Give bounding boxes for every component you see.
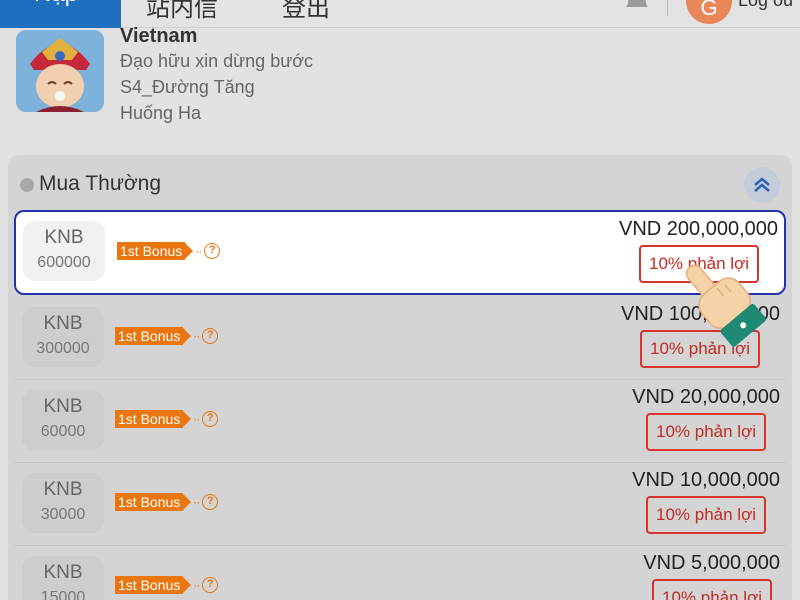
game-title: Vietnam [120,25,198,47]
first-bonus-tag: 1st Bonus ·· ? [115,410,219,428]
bonus-arrow-icon [182,576,192,594]
bonus-label: 1st Bonus [115,327,184,345]
first-bonus-tag: 1st Bonus ·· ? [115,493,219,511]
server-name: S4_Đường Tăng [120,77,255,97]
game-icon [16,30,104,112]
knb-badge: KNB 60000 [22,390,104,450]
bonus-label: 1st Bonus [115,576,184,594]
knb-amount: 60000 [40,423,86,440]
bonus-arrow-icon [182,327,192,345]
knb-unit: KNB [43,396,83,417]
bell-icon[interactable] [624,0,650,12]
pointing-hand-icon [685,264,766,347]
bonus-arrow-icon [182,410,192,428]
bonus-dots-icon: ·· [193,329,200,343]
bonus-arrow-icon [184,242,194,260]
first-bonus-tag: 1st Bonus ·· ? [115,327,219,345]
knb-unit: KNB [43,562,83,583]
knb-amount: 15000 [40,589,86,600]
knb-unit: KNB [44,227,84,248]
character-name: Huống Ha [120,103,202,123]
tab-logout-cn[interactable]: 登出 [282,0,330,23]
knb-amount: 600000 [37,254,91,271]
knb-unit: KNB [43,313,83,334]
package-price: VND 10,000,000 [632,469,780,491]
help-icon[interactable]: ? [202,494,219,510]
nav-divider [667,0,668,16]
bonus-dots-icon: ·· [195,244,202,258]
package-row[interactable]: KNB 15000 1st Bonus ·· ? VND 5,000,000 1… [14,546,786,600]
bonus-label: 1st Bonus [117,242,186,260]
bonus-dots-icon: ·· [193,412,200,426]
bonus-label: 1st Bonus [115,493,184,511]
knb-badge: KNB 15000 [22,556,104,600]
first-bonus-tag: 1st Bonus ·· ? [117,242,221,260]
section-bullet [20,178,34,192]
knb-badge: KNB 600000 [23,221,105,281]
collapse-button[interactable] [744,167,780,203]
help-icon[interactable]: ? [204,243,221,259]
rebate-badge: 10% phản lợi [646,413,766,451]
package-price: VND 200,000,000 [618,218,778,240]
bonus-label: 1st Bonus [115,410,184,428]
package-price: VND 20,000,000 [632,386,780,408]
help-icon[interactable]: ? [202,577,219,593]
double-chevron-up-icon [754,177,770,192]
package-row[interactable]: KNB 300000 1st Bonus ·· ? VND 100,000,00… [14,297,786,380]
package-row[interactable]: KNB 30000 1st Bonus ·· ? VND 10,000,000 … [14,463,786,546]
bonus-dots-icon: ·· [193,578,200,592]
bonus-arrow-icon [182,493,192,511]
first-bonus-tag: 1st Bonus ·· ? [115,576,219,594]
game-info: Vietnam Đạo hữu xin dừng bước S4_Đường T… [120,24,313,126]
help-icon[interactable]: ? [202,328,219,344]
package-row[interactable]: KNB 600000 1st Bonus ·· ? VND 200,000,00… [14,210,786,295]
package-price: VND 5,000,000 [643,552,780,574]
rebate-badge: 10% phản lợi [646,496,766,534]
tab-nap-label: Nạp [34,0,121,8]
help-icon[interactable]: ? [202,411,219,427]
knb-badge: KNB 300000 [22,307,104,367]
game-greeting: Đạo hữu xin dừng bước [120,51,314,71]
knb-amount: 300000 [36,340,90,357]
bonus-dots-icon: ·· [193,495,200,509]
tab-nap[interactable]: Nạp [0,0,121,28]
knb-amount: 30000 [40,506,86,523]
logout-link[interactable]: Log ou [738,0,793,11]
avatar[interactable]: G [686,0,732,24]
package-row[interactable]: KNB 60000 1st Bonus ·· ? VND 20,000,000 … [14,380,786,463]
rebate-badge: 10% phản lợi [652,579,772,600]
knb-badge: KNB 30000 [22,473,104,533]
knb-unit: KNB [43,479,83,500]
section-title: Mua Thường [39,172,162,195]
tab-messages[interactable]: 站内信 [146,0,218,23]
